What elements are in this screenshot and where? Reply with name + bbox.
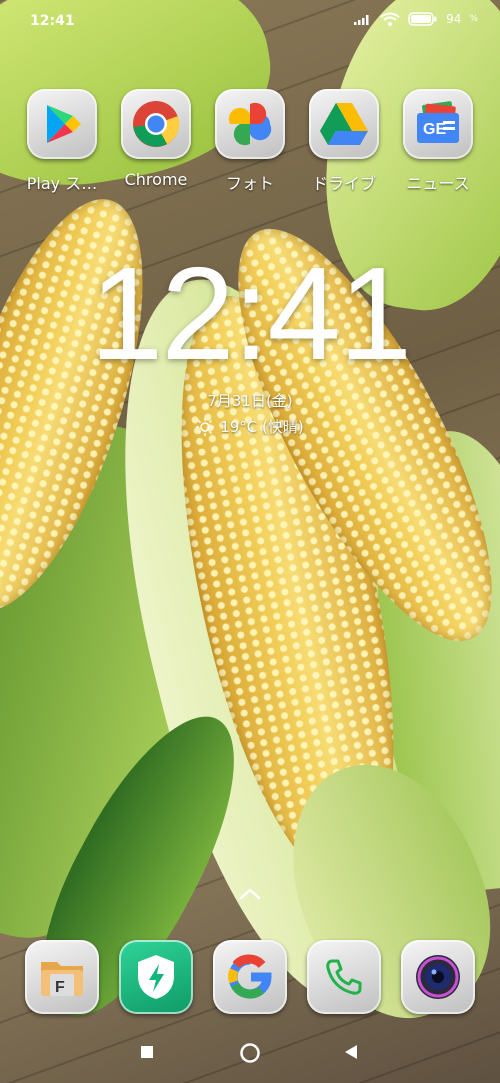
app-label: Chrome xyxy=(124,170,188,189)
security-icon xyxy=(138,955,174,999)
dock-security[interactable] xyxy=(119,940,193,1014)
google-photos-icon xyxy=(228,102,272,146)
chrome-icon xyxy=(133,101,180,147)
google-icon xyxy=(228,954,272,999)
weather-text: 19°C (快晴) xyxy=(220,418,304,436)
play-store-icon xyxy=(47,105,81,143)
battery-percent: 94 xyxy=(446,12,462,26)
app-drive[interactable]: ドライブ xyxy=(298,89,390,194)
navigation-bar xyxy=(0,1030,500,1080)
app-label: フォト xyxy=(225,174,274,193)
back-button[interactable] xyxy=(343,1044,359,1060)
app-news[interactable]: GE ニュース xyxy=(392,89,484,194)
dock-camera[interactable] xyxy=(401,940,475,1014)
weather-widget[interactable]: 19°C (快晴) xyxy=(0,416,500,437)
svg-text:GE: GE xyxy=(423,121,446,138)
sun-icon xyxy=(196,417,215,436)
dock-google[interactable] xyxy=(213,940,287,1014)
app-label: ドライブ xyxy=(311,174,376,193)
camera-icon xyxy=(416,955,460,999)
home-button[interactable] xyxy=(239,1042,261,1064)
app-play-store[interactable]: Play ス… xyxy=(16,89,108,194)
recents-button[interactable] xyxy=(139,1044,155,1060)
clock-widget-date[interactable]: 7月31日(金) xyxy=(0,390,500,411)
status-icons: 94% xyxy=(354,12,478,26)
file-manager-icon: F xyxy=(41,962,83,996)
clock-widget-time[interactable]: 12:41 xyxy=(0,238,500,389)
wifi-icon xyxy=(380,12,400,26)
app-photos[interactable]: フォト xyxy=(204,89,296,194)
status-time: 12:41 xyxy=(30,13,75,29)
signal-icon xyxy=(354,15,369,25)
google-drive-icon xyxy=(320,103,368,145)
google-news-icon: GE xyxy=(417,101,459,143)
svg-text:F: F xyxy=(55,979,65,996)
dock-phone[interactable] xyxy=(307,940,381,1014)
battery-icon xyxy=(408,12,437,26)
dock-file-manager[interactable]: F xyxy=(25,940,99,1014)
app-label: ニュース xyxy=(406,174,470,193)
status-bar: 12:41 94% xyxy=(0,0,500,44)
app-chrome[interactable]: Chrome xyxy=(110,89,202,189)
phone-icon xyxy=(326,959,362,995)
app-label: Play ス… xyxy=(26,174,98,193)
chevron-up-icon[interactable] xyxy=(237,886,263,902)
